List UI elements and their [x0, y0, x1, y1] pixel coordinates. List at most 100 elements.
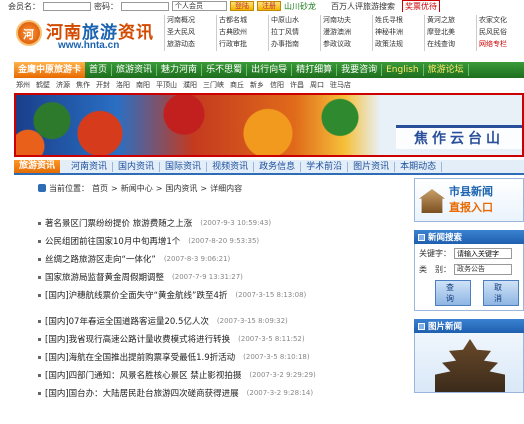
- panel-square-icon: [418, 233, 425, 241]
- quick-link[interactable]: 古都名城: [216, 15, 268, 27]
- category-select[interactable]: 政务公告: [454, 264, 512, 275]
- breadcrumb-item[interactable]: 国内资讯: [165, 183, 197, 194]
- news-item[interactable]: 国家旅游局监督黄金周假期调整 (2007-7-9 13:31:27): [38, 268, 408, 286]
- city-link[interactable]: 三门峡: [203, 80, 224, 91]
- news-title[interactable]: [国内]沪穗航线票价全面失守“黄金航线”跌至4折: [45, 289, 227, 301]
- city-link[interactable]: 濮阳: [183, 80, 197, 91]
- news-date: (2007-8-20 9:53:35): [188, 237, 260, 245]
- register-button[interactable]: 注册: [257, 1, 281, 11]
- quick-link[interactable]: 参政议政: [320, 39, 372, 51]
- news-item[interactable]: [国内]四部门通知：风景名胜核心景区 禁止影视拍摄 (2007-3-2 9:29:…: [38, 366, 408, 384]
- quick-link[interactable]: 河南概况: [164, 15, 216, 27]
- sub-nav-item[interactable]: 本期动态: [395, 161, 443, 172]
- news-item[interactable]: 公民组团前往国家10月中旬再增1个 (2007-8-20 9:53:35): [38, 232, 408, 250]
- news-title[interactable]: [国内]我省现行高速公路计量收费模式将进行转换: [45, 333, 230, 345]
- quick-link[interactable]: 黄河之旅: [424, 15, 476, 27]
- quick-link[interactable]: 办事指南: [268, 39, 320, 51]
- city-link[interactable]: 信阳: [270, 80, 284, 91]
- quick-link[interactable]: 神秘非洲: [372, 27, 424, 39]
- breadcrumb-item[interactable]: 新闻中心: [121, 183, 153, 194]
- city-link[interactable]: 开封: [96, 80, 110, 91]
- sub-nav-item[interactable]: 河南资讯: [66, 161, 114, 172]
- city-link[interactable]: 商丘: [230, 80, 244, 91]
- sub-nav-brand[interactable]: 旅游资讯: [14, 160, 61, 173]
- news-title[interactable]: 国家旅游局监督黄金周假期调整: [45, 271, 164, 283]
- sub-nav-item[interactable]: 学术前沿: [301, 161, 349, 172]
- quick-link[interactable]: 在线查询: [424, 39, 476, 51]
- news-title[interactable]: 丝绸之路旅游区走向“一体化”: [45, 253, 156, 265]
- sub-nav-item[interactable]: 视频资讯: [207, 161, 255, 172]
- travel-card-link[interactable]: 金鹰中原旅游卡: [14, 62, 86, 78]
- news-title[interactable]: [国内]四部门通知：风景名胜核心景区 禁止影视拍摄: [45, 369, 241, 381]
- sub-nav-item[interactable]: 国际资讯: [160, 161, 208, 172]
- mountain-link[interactable]: 山川砂龙: [284, 1, 316, 12]
- city-link[interactable]: 周口: [310, 80, 324, 91]
- news-item[interactable]: [国内]国台办：大陆居民赴台旅游四次磋商获得进展 (2007-3-2 9:28:1…: [38, 384, 408, 402]
- promo-link[interactable]: 奖票优待: [402, 0, 440, 12]
- city-link[interactable]: 鹤壁: [36, 80, 50, 91]
- news-item[interactable]: 丝绸之路旅游区走向“一体化” (2007-8-3 9:06:21): [38, 250, 408, 268]
- quick-link[interactable]: 民风民俗: [476, 27, 524, 39]
- main-nav-item[interactable]: 首页: [85, 64, 113, 76]
- keyword-input[interactable]: [454, 248, 512, 259]
- quick-link[interactable]: 河南功夫: [320, 15, 372, 27]
- quick-link[interactable]: 农家文化: [476, 15, 524, 27]
- quick-link[interactable]: 摩登北美: [424, 27, 476, 39]
- news-title[interactable]: 公民组团前往国家10月中旬再增1个: [45, 235, 180, 247]
- password-input[interactable]: [121, 1, 169, 11]
- main-nav-item[interactable]: 出行向导: [247, 64, 293, 76]
- search-cancel-button[interactable]: 取 消: [483, 280, 519, 306]
- login-button[interactable]: 登陆: [230, 1, 254, 11]
- city-link[interactable]: 南阳: [136, 80, 150, 91]
- quick-link[interactable]: 古典欧州: [216, 27, 268, 39]
- city-link[interactable]: 洛阳: [116, 80, 130, 91]
- member-type-select[interactable]: 个人会员: [172, 1, 227, 11]
- main-nav-item[interactable]: 旅游资讯: [112, 64, 158, 76]
- main-nav-item[interactable]: 魅力河南: [157, 64, 203, 76]
- news-title[interactable]: 著名景区门票纷纷提价 旅游费随之上涨: [45, 217, 192, 229]
- site-logo[interactable]: 河南旅游资讯 www.hnta.cn: [14, 12, 184, 56]
- city-link[interactable]: 济源: [56, 80, 70, 91]
- news-title[interactable]: [国内]07年春运全国道路客运量20.5亿人次: [45, 315, 209, 327]
- city-link[interactable]: 平顶山: [156, 80, 177, 91]
- news-title[interactable]: [国内]海航在全国推出提前购票享受最低1.9折活动: [45, 351, 235, 363]
- news-title[interactable]: [国内]国台办：大陆居民赴台旅游四次磋商获得进展: [45, 387, 239, 399]
- quick-link[interactable]: 政策法规: [372, 39, 424, 51]
- quick-link[interactable]: 旅游动态: [164, 39, 216, 51]
- main-nav-item[interactable]: 乐不思蜀: [202, 64, 248, 76]
- city-link[interactable]: 许昌: [290, 80, 304, 91]
- bullet-icon: [38, 391, 41, 395]
- sub-nav-item[interactable]: 图片资讯: [348, 161, 396, 172]
- news-item[interactable]: [国内]我省现行高速公路计量收费模式将进行转换 (2007-3-5 8:11:52…: [38, 330, 408, 348]
- main-nav-item[interactable]: 旅游论坛: [424, 64, 469, 76]
- county-news-promo[interactable]: 市县新闻 直报入口: [414, 178, 524, 222]
- city-link[interactable]: 郑州: [16, 80, 30, 91]
- photo-news-panel[interactable]: [414, 333, 524, 393]
- news-date: (2007-3-2 9:28:14): [246, 389, 314, 397]
- main-nav-item[interactable]: 精打细算: [292, 64, 338, 76]
- breadcrumb-item[interactable]: 首页: [92, 183, 108, 194]
- bullet-icon: [38, 239, 41, 243]
- sub-nav-item[interactable]: 国内资讯: [113, 161, 161, 172]
- news-item[interactable]: 著名景区门票纷纷提价 旅游费随之上涨 (2007-9-3 10:59:43): [38, 214, 408, 232]
- main-nav-item[interactable]: 我要咨询: [337, 64, 383, 76]
- quick-link[interactable]: 行政审批: [216, 39, 268, 51]
- member-input[interactable]: [43, 1, 91, 11]
- quick-link[interactable]: 漫游澳洲: [320, 27, 372, 39]
- quick-link[interactable]: 网络专栏: [476, 39, 524, 51]
- city-link[interactable]: 焦作: [76, 80, 90, 91]
- quick-link[interactable]: 圣大民风: [164, 27, 216, 39]
- quick-link[interactable]: 中原山水: [268, 15, 320, 27]
- sub-nav-item[interactable]: 政务信息: [254, 161, 302, 172]
- quick-link[interactable]: 姓氏寻根: [372, 15, 424, 27]
- main-nav-item[interactable]: English: [382, 64, 424, 76]
- news-item[interactable]: [国内]海航在全国推出提前购票享受最低1.9折活动 (2007-3-5 8:10:…: [38, 348, 408, 366]
- quick-link[interactable]: 拉丁风情: [268, 27, 320, 39]
- city-link[interactable]: 驻马店: [330, 80, 351, 91]
- city-link[interactable]: 新乡: [250, 80, 264, 91]
- tour-search-link[interactable]: 百万人评旅游搜索: [331, 1, 395, 12]
- news-item[interactable]: [国内]沪穗航线票价全面失守“黄金航线”跌至4折 (2007-3-15 8:13:…: [38, 286, 408, 304]
- news-item[interactable]: [国内]07年春运全国道路客运量20.5亿人次 (2007-3-15 8:09:3…: [38, 312, 408, 330]
- search-submit-button[interactable]: 查 询: [435, 280, 471, 306]
- search-panel: 关键字： 类 别： 政务公告 查 询 取 消: [414, 244, 524, 311]
